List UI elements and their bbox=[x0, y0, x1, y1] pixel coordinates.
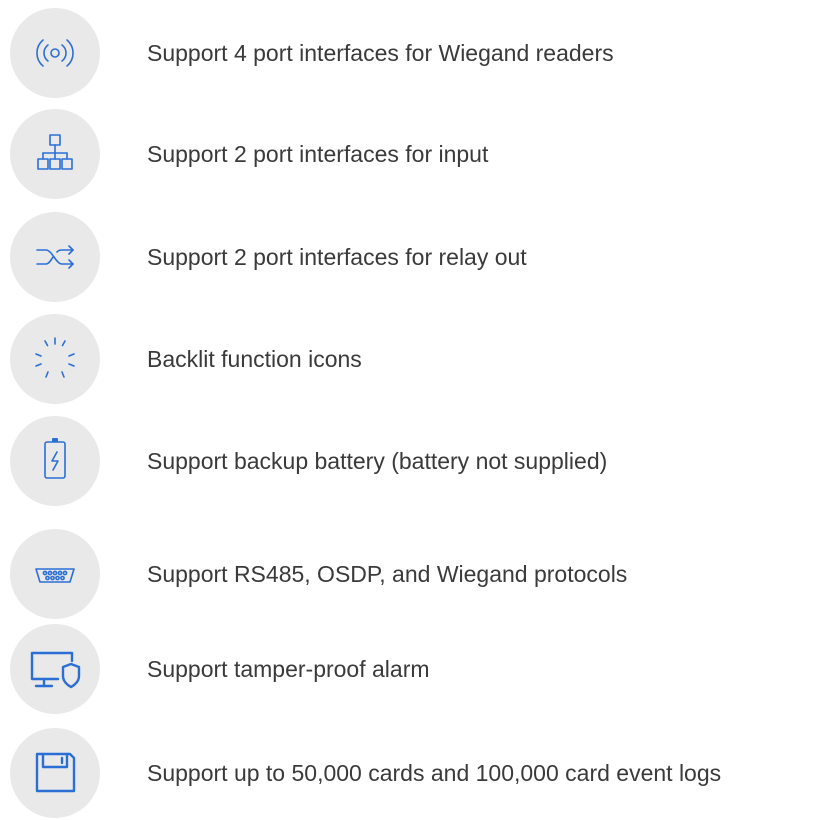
feature-text: Support tamper-proof alarm bbox=[147, 656, 430, 682]
feature-text: Support RS485, OSDP, and Wiegand protoco… bbox=[147, 561, 628, 587]
wireless-signal-icon bbox=[10, 8, 100, 98]
feature-text: Support 2 port interfaces for relay out bbox=[147, 244, 527, 270]
feature-item-input-ports: Support 2 port interfaces for input bbox=[10, 109, 810, 199]
feature-list: Support 4 port interfaces for Wiegand re… bbox=[10, 0, 810, 820]
monitor-shield-icon bbox=[10, 624, 100, 714]
feature-item-protocols: Support RS485, OSDP, and Wiegand protoco… bbox=[10, 529, 810, 619]
floppy-disk-icon bbox=[10, 728, 100, 818]
backlight-rays-icon bbox=[10, 314, 100, 404]
feature-item-backup-battery: Support backup battery (battery not supp… bbox=[10, 416, 810, 506]
battery-charging-icon bbox=[10, 416, 100, 506]
feature-item-wiegand-readers: Support 4 port interfaces for Wiegand re… bbox=[10, 8, 810, 98]
feature-text: Support 4 port interfaces for Wiegand re… bbox=[147, 40, 614, 66]
serial-port-icon bbox=[10, 529, 100, 619]
feature-item-relay-out: Support 2 port interfaces for relay out bbox=[10, 212, 810, 302]
feature-text: Support 2 port interfaces for input bbox=[147, 141, 489, 167]
shuffle-arrows-icon bbox=[10, 212, 100, 302]
feature-text: Support up to 50,000 cards and 100,000 c… bbox=[147, 760, 722, 786]
feature-text: Backlit function icons bbox=[147, 346, 362, 372]
feature-item-card-capacity: Support up to 50,000 cards and 100,000 c… bbox=[10, 728, 810, 818]
feature-item-tamper-alarm: Support tamper-proof alarm bbox=[10, 624, 810, 714]
feature-text: Support backup battery (battery not supp… bbox=[147, 448, 608, 474]
feature-item-backlit: Backlit function icons bbox=[10, 314, 810, 404]
network-hierarchy-icon bbox=[10, 109, 100, 199]
